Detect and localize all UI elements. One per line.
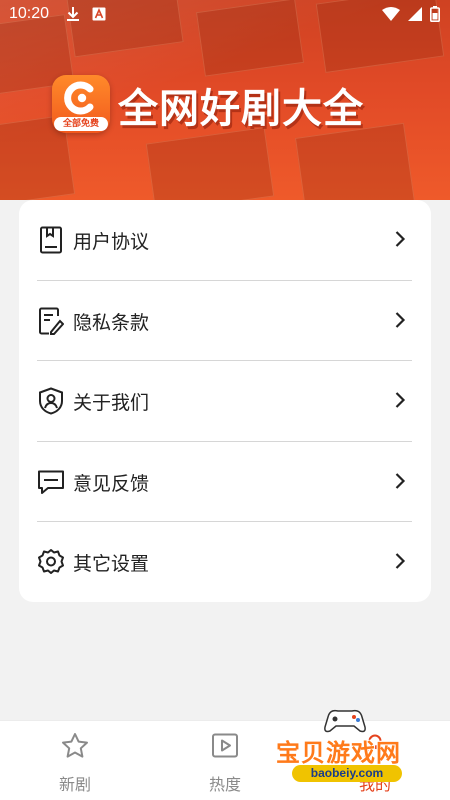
- edit-document-icon: [37, 307, 65, 335]
- chevron-right-icon: [394, 391, 406, 413]
- header-banner: 10:20 全部免费 全网好剧大全: [0, 0, 450, 200]
- status-bar: 10:20: [0, 0, 450, 30]
- status-time: 10:20: [9, 5, 50, 22]
- a-icon: [92, 6, 106, 26]
- star-icon: [60, 731, 90, 765]
- document-icon: [37, 226, 65, 254]
- chevron-right-icon: [394, 230, 406, 252]
- settings-menu-card: 用户协议 隐私条款 关于我们 意见反馈 其它设置: [19, 200, 431, 602]
- play-icon: [210, 731, 240, 765]
- banner-background-tile: [145, 126, 275, 200]
- menu-item-label: 意见反馈: [73, 472, 150, 495]
- menu-item-label: 隐私条款: [73, 311, 150, 334]
- nav-label: 热度: [208, 775, 241, 794]
- menu-item-label: 用户协议: [73, 230, 150, 253]
- nav-tab-popular[interactable]: 热度: [175, 731, 275, 797]
- chevron-right-icon: [394, 552, 406, 574]
- logo-c-icon: [64, 81, 94, 115]
- chevron-right-icon: [394, 311, 406, 333]
- chevron-right-icon: [394, 472, 406, 494]
- app-logo: 全部免费: [52, 75, 110, 133]
- menu-item-about-us[interactable]: 关于我们: [37, 361, 412, 441]
- menu-item-privacy-terms[interactable]: 隐私条款: [37, 281, 412, 361]
- wifi-icon: [382, 7, 400, 25]
- menu-item-other-settings[interactable]: 其它设置: [37, 522, 412, 602]
- nav-tab-new-drama[interactable]: 新剧: [25, 731, 125, 797]
- watermark-url: baobeiy.com: [292, 765, 402, 782]
- nav-label: 新剧: [58, 775, 91, 794]
- watermark-text: 宝贝游戏网: [276, 739, 401, 767]
- menu-item-label: 关于我们: [73, 391, 150, 414]
- watermark: 宝贝游戏网 baobeiy.com: [270, 705, 450, 795]
- logo-badge: 全部免费: [54, 117, 108, 131]
- battery-icon: [430, 6, 440, 26]
- shield-user-icon: [37, 387, 65, 415]
- gear-icon: [37, 548, 65, 576]
- banner-background-tile: [294, 122, 416, 200]
- app-title: 全网好剧大全: [118, 86, 364, 132]
- signal-icon: [408, 7, 422, 25]
- download-icon: [66, 6, 80, 26]
- message-icon: [37, 468, 65, 496]
- menu-item-user-agreement[interactable]: 用户协议: [37, 200, 412, 280]
- menu-item-label: 其它设置: [73, 552, 150, 575]
- menu-item-feedback[interactable]: 意见反馈: [37, 442, 412, 522]
